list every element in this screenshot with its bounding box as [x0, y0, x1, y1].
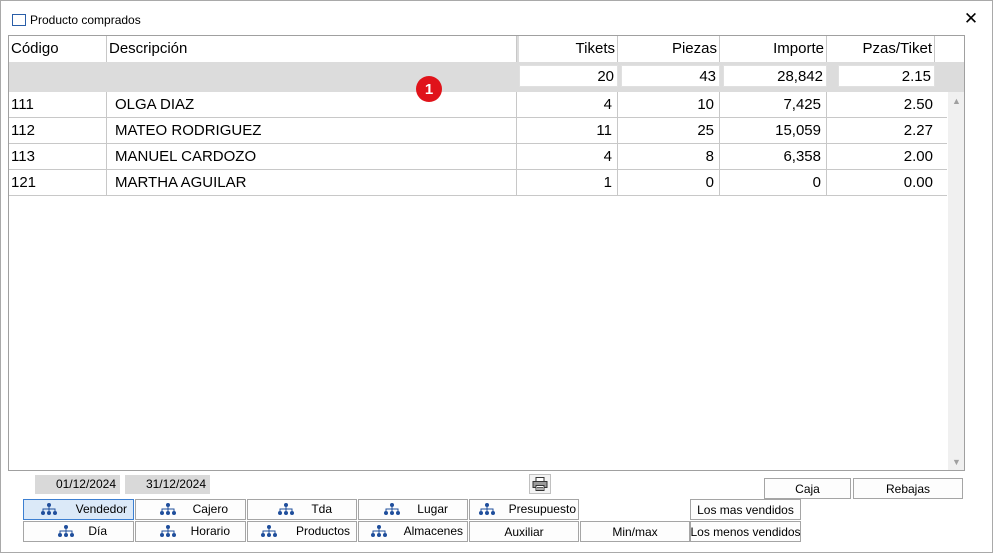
cell-piezas: 8: [618, 144, 720, 170]
grid-rows: 111 OLGA DIAZ 4 10 7,425 2.50 112 MATEO …: [9, 92, 947, 196]
group-tree-icon: [160, 503, 176, 515]
cell-descripcion: MATEO RODRIGUEZ: [107, 118, 517, 144]
horario-label: Horario: [190, 524, 230, 538]
cell-descripcion: OLGA DIAZ: [107, 92, 517, 118]
column-header-importe[interactable]: Importe: [723, 36, 827, 62]
cell-piezas: 0: [618, 170, 720, 196]
grid-header: Código Descripción Tikets Piezas Importe…: [9, 36, 964, 62]
rebajas-button[interactable]: Rebajas: [853, 478, 963, 499]
presupuesto-label: Presupuesto: [508, 502, 576, 516]
tda-button[interactable]: Tda: [247, 499, 357, 520]
cell-importe: 0: [720, 170, 827, 196]
total-pzas-tiket: 2.15: [838, 65, 935, 87]
cajero-label: Cajero: [192, 502, 228, 516]
group-tree-icon: [58, 525, 74, 537]
group-tree-icon: [371, 525, 387, 537]
cell-pzas-tiket: 2.27: [903, 122, 933, 139]
caja-button[interactable]: Caja: [764, 478, 851, 499]
cell-descripcion: MANUEL CARDOZO: [107, 144, 517, 170]
total-tikets: 20: [519, 65, 618, 87]
print-button[interactable]: [529, 474, 551, 494]
cell-codigo: 111: [9, 92, 107, 118]
cell-importe: 7,425: [720, 92, 827, 118]
min-max-button[interactable]: Min/max: [580, 521, 690, 542]
almacenes-button[interactable]: Almacenes: [358, 521, 468, 542]
lugar-label: Lugar: [417, 502, 448, 516]
results-grid[interactable]: Código Descripción Tikets Piezas Importe…: [8, 35, 965, 471]
cell-codigo: 113: [9, 144, 107, 170]
cell-tikets: 4: [517, 144, 618, 170]
scroll-down-icon[interactable]: ▼: [948, 455, 964, 469]
dia-button[interactable]: Día: [23, 521, 134, 542]
group-tree-icon: [261, 525, 277, 537]
total-importe: 28,842: [723, 65, 827, 87]
almacenes-label: Almacenes: [403, 524, 463, 538]
cell-tikets: 1: [517, 170, 618, 196]
horario-button[interactable]: Horario: [135, 521, 246, 542]
dia-label: Día: [88, 524, 107, 538]
column-header-pzas-tiket[interactable]: Pzas/Tiket: [838, 36, 935, 62]
vendedor-button[interactable]: Vendedor: [23, 499, 134, 520]
window-title: Producto comprados: [30, 13, 141, 27]
column-header-codigo[interactable]: Código: [9, 36, 107, 62]
lugar-button[interactable]: Lugar: [358, 499, 468, 520]
close-icon[interactable]: ✕: [959, 7, 983, 31]
date-from-field[interactable]: 01/12/2024: [35, 475, 120, 494]
window-icon: [12, 14, 26, 26]
vendedor-label: Vendedor: [75, 502, 127, 516]
auxiliar-button[interactable]: Auxiliar: [469, 521, 579, 542]
annotation-marker: 1: [416, 76, 442, 102]
scroll-up-icon[interactable]: ▲: [948, 94, 964, 108]
title-bar: Producto comprados ✕: [1, 1, 992, 31]
column-header-descripcion[interactable]: Descripción: [107, 36, 517, 62]
cell-tikets: 11: [517, 118, 618, 144]
cell-pzas-tiket: 2.00: [903, 148, 933, 165]
los-menos-vendidos-button[interactable]: Los menos vendidos: [690, 521, 801, 542]
cell-piezas: 25: [618, 118, 720, 144]
report-window: Producto comprados ✕ Código Descripción …: [0, 0, 993, 553]
cell-codigo: 121: [9, 170, 107, 196]
printer-icon: [532, 477, 548, 491]
cell-pzas-tiket: 2.50: [903, 96, 933, 113]
group-tree-icon: [41, 503, 57, 515]
productos-button[interactable]: Productos: [247, 521, 357, 542]
cell-codigo: 112: [9, 118, 107, 144]
tda-label: Tda: [311, 502, 332, 516]
cell-descripcion: MARTHA AGUILAR: [107, 170, 517, 196]
table-row[interactable]: 112 MATEO RODRIGUEZ 11 25 15,059 2.27: [9, 118, 947, 144]
column-header-tikets[interactable]: Tikets: [519, 36, 618, 62]
group-tree-icon: [384, 503, 400, 515]
cell-pzas-tiket: 0.00: [903, 174, 933, 191]
presupuesto-button[interactable]: Presupuesto: [469, 499, 579, 520]
totals-row: 20 43 28,842 2.15: [9, 62, 964, 92]
column-header-piezas[interactable]: Piezas: [621, 36, 720, 62]
group-tree-icon: [278, 503, 294, 515]
group-tree-icon: [160, 525, 176, 537]
total-piezas: 43: [621, 65, 720, 87]
cell-tikets: 4: [517, 92, 618, 118]
cell-piezas: 10: [618, 92, 720, 118]
cajero-button[interactable]: Cajero: [135, 499, 246, 520]
table-row[interactable]: 113 MANUEL CARDOZO 4 8 6,358 2.00: [9, 144, 947, 170]
los-mas-vendidos-button[interactable]: Los mas vendidos: [690, 499, 801, 520]
table-row[interactable]: 121 MARTHA AGUILAR 1 0 0 0.00: [9, 170, 947, 196]
cell-importe: 6,358: [720, 144, 827, 170]
productos-label: Productos: [295, 524, 350, 538]
group-tree-icon: [479, 503, 495, 515]
date-to-field[interactable]: 31/12/2024: [125, 475, 210, 494]
cell-importe: 15,059: [720, 118, 827, 144]
vertical-scrollbar[interactable]: ▲ ▼: [948, 92, 964, 470]
table-row[interactable]: 111 OLGA DIAZ 4 10 7,425 2.50: [9, 92, 947, 118]
